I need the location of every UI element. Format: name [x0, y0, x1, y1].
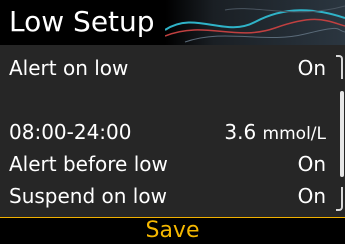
alert-before-low-row[interactable]: Alert before low On — [0, 149, 334, 179]
sensor-waves-icon — [165, 5, 345, 43]
scrollbar-thumb[interactable] — [340, 91, 344, 177]
time-range-row[interactable]: 08:00-24:00 3.6 mmol/L — [0, 117, 334, 147]
low-limit-value: 3.6 mmol/L — [224, 117, 326, 149]
settings-list: Alert on low On 08:00-24:00 3.6 mmol/L A… — [0, 45, 345, 217]
save-button[interactable]: Save — [0, 217, 345, 244]
low-limit-unit: mmol/L — [262, 124, 326, 144]
suspend-on-low-label: Suspend on low — [9, 184, 167, 208]
alert-on-low-row[interactable]: Alert on low On — [0, 53, 334, 83]
alert-on-low-label: Alert on low — [9, 56, 129, 80]
suspend-on-low-row[interactable]: Suspend on low On — [0, 181, 334, 211]
alert-before-low-label: Alert before low — [9, 152, 168, 176]
save-label: Save — [145, 218, 200, 243]
scrollbar[interactable] — [334, 55, 345, 211]
header-bar: Low Setup — [0, 0, 345, 45]
low-limit-number: 3.6 — [224, 120, 257, 144]
low-setup-screen: Low Setup Alert on low On 08:00-24:00 3.… — [0, 0, 345, 244]
suspend-on-low-value: On — [297, 184, 326, 208]
time-range-label: 08:00-24:00 — [9, 120, 132, 144]
scrollbar-top-bracket — [336, 55, 343, 79]
page-title: Low Setup — [9, 5, 155, 38]
alert-on-low-value: On — [297, 56, 326, 80]
alert-before-low-value: On — [297, 152, 326, 176]
scrollbar-bottom-bracket — [336, 187, 343, 211]
